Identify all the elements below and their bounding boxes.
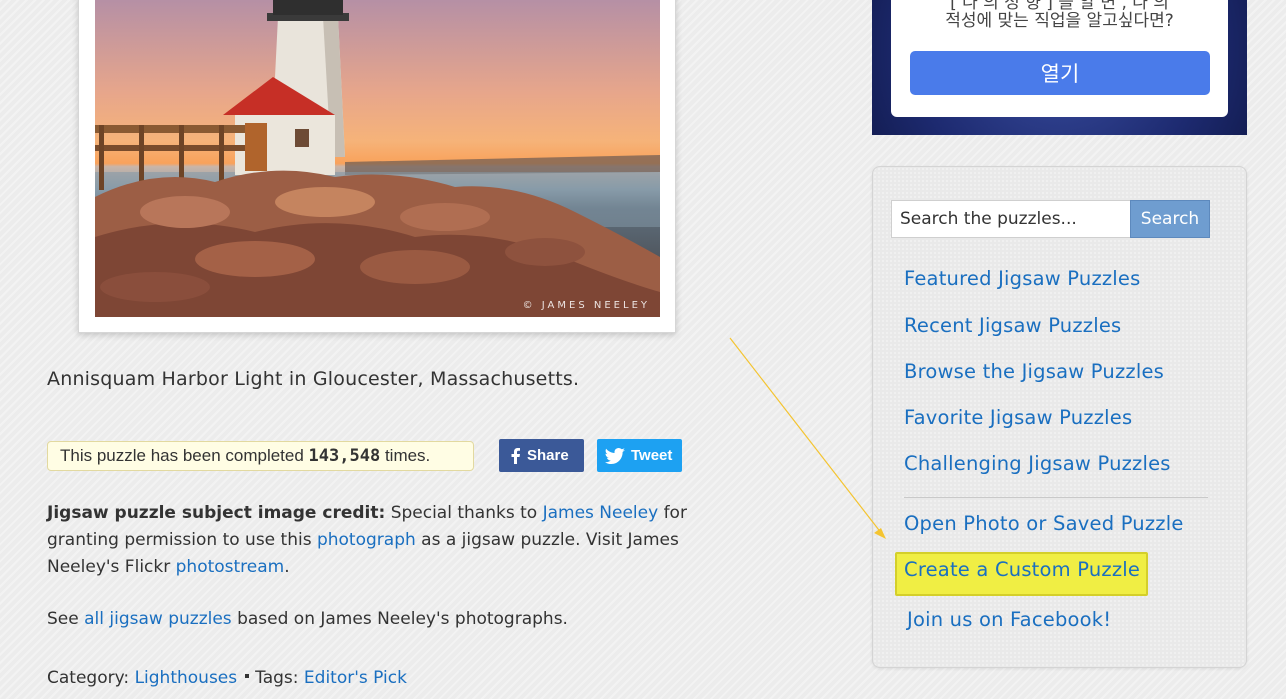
twitter-tweet-button[interactable]: Tweet xyxy=(597,439,682,472)
credit-text-4: . xyxy=(284,557,290,577)
puzzle-caption: Annisquam Harbor Light in Gloucester, Ma… xyxy=(47,368,580,390)
see-all-line: See all jigsaw puzzles based on James Ne… xyxy=(47,609,568,629)
sidebar-link-browse[interactable]: Browse the Jigsaw Puzzles xyxy=(904,360,1164,383)
image-credit: Jigsaw puzzle subject image credit: Spec… xyxy=(47,500,727,581)
all-jigsaw-puzzles-link[interactable]: all jigsaw puzzles xyxy=(84,609,232,629)
sidebar-link-featured[interactable]: Featured Jigsaw Puzzles xyxy=(904,267,1141,290)
completion-count: 143,548 xyxy=(308,446,381,466)
facebook-share-label: Share xyxy=(527,447,569,464)
category-tags-line: Category: Lighthouses Tags: Editor's Pick xyxy=(47,668,407,688)
tag-link[interactable]: Editor's Pick xyxy=(304,668,407,688)
author-link[interactable]: James Neeley xyxy=(543,503,659,523)
completion-counter: This puzzle has been completed 143,548 t… xyxy=(47,441,474,471)
see-all-prefix: See xyxy=(47,609,85,629)
separator-dot xyxy=(245,674,250,678)
search-button[interactable]: Search xyxy=(1130,200,1210,238)
ad-text-line-2: 적성에 맞는 직업을 알고싶다면? xyxy=(945,11,1174,31)
ad-open-button[interactable]: 열기 xyxy=(910,51,1210,95)
see-all-suffix: based on James Neeley's photographs. xyxy=(231,609,568,629)
category-label: Category: xyxy=(47,668,135,688)
completion-suffix: times. xyxy=(384,446,431,465)
search-input[interactable] xyxy=(891,200,1131,238)
tags-label: Tags: xyxy=(255,668,304,688)
lighthouse-illustration xyxy=(95,0,660,317)
facebook-icon xyxy=(509,447,521,464)
puzzle-image-frame[interactable]: © JAMES NEELEY xyxy=(78,0,676,333)
puzzle-image[interactable]: © JAMES NEELEY xyxy=(95,0,660,317)
facebook-share-button[interactable]: Share xyxy=(499,439,584,472)
credit-label: Jigsaw puzzle subject image credit: xyxy=(47,503,386,523)
sidebar-link-challenging[interactable]: Challenging Jigsaw Puzzles xyxy=(904,452,1171,475)
sidebar-link-facebook[interactable]: Join us on Facebook! xyxy=(907,608,1111,631)
photo-watermark: © JAMES NEELEY xyxy=(522,300,650,311)
twitter-bird-icon xyxy=(605,447,625,464)
sidebar-link-create-custom[interactable]: Create a Custom Puzzle xyxy=(904,558,1140,581)
sidebar-divider xyxy=(904,497,1208,498)
sidebar-link-favorite[interactable]: Favorite Jigsaw Puzzles xyxy=(904,406,1132,429)
credit-text-1: Special thanks to xyxy=(385,503,543,523)
category-link[interactable]: Lighthouses xyxy=(135,668,238,688)
photostream-link[interactable]: photostream xyxy=(176,557,285,577)
completion-prefix: This puzzle has been completed xyxy=(60,446,304,465)
twitter-tweet-label: Tweet xyxy=(631,447,673,464)
sidebar-link-recent[interactable]: Recent Jigsaw Puzzles xyxy=(904,314,1121,337)
sidebar-link-open-photo[interactable]: Open Photo or Saved Puzzle xyxy=(904,512,1184,535)
photograph-link[interactable]: photograph xyxy=(317,530,416,550)
